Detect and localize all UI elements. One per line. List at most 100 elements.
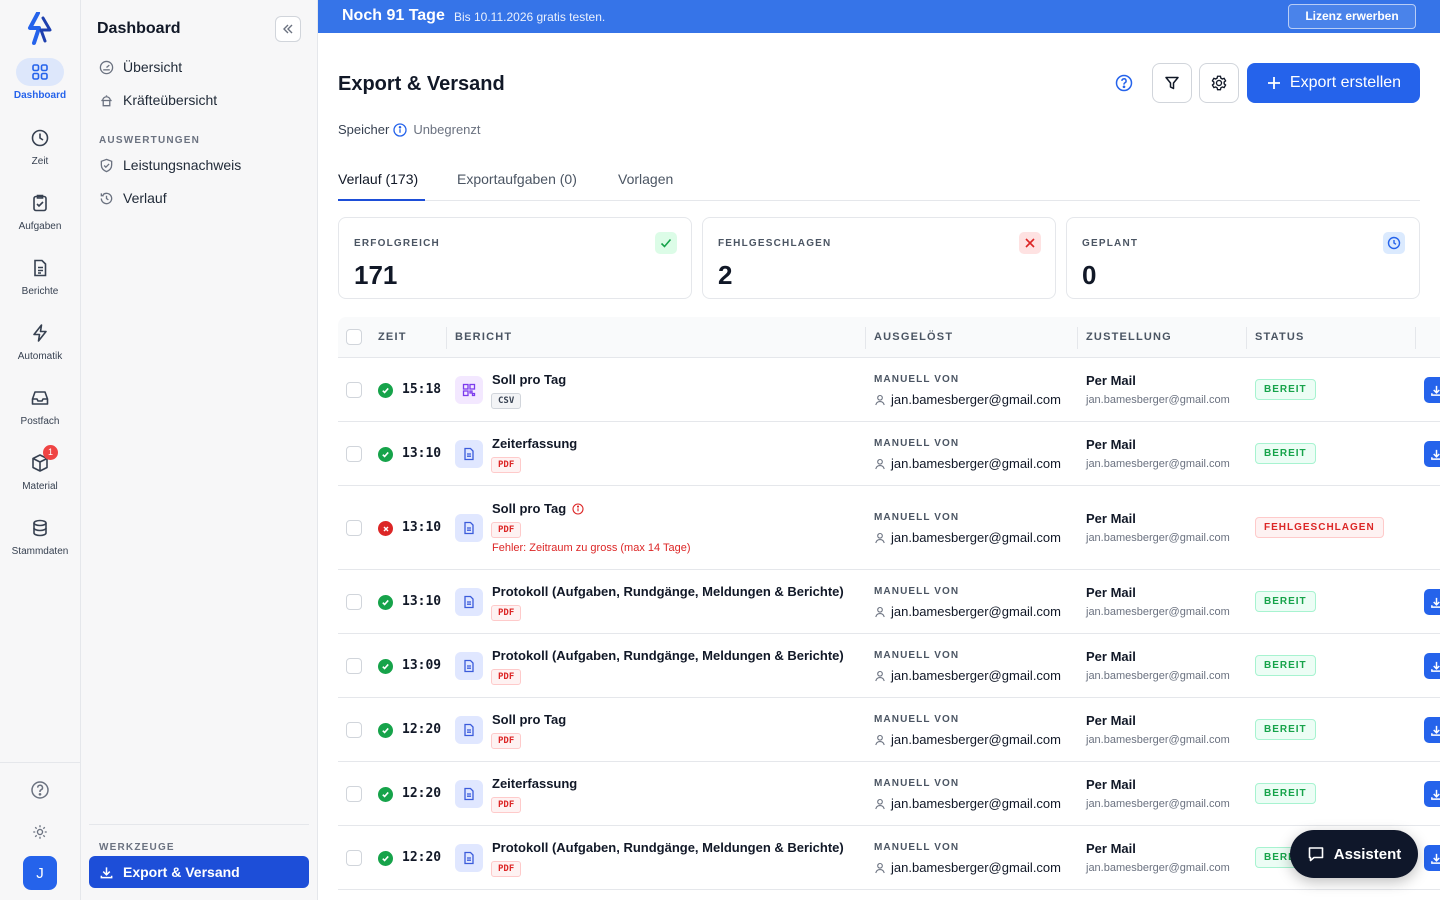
- sidebar-item-kraefteuebersicht[interactable]: Kräfteübersicht: [89, 86, 309, 114]
- trigger-label: MANUELL VON: [874, 714, 960, 725]
- report-name[interactable]: Soll pro Tag: [492, 372, 566, 387]
- rail-item-automatik[interactable]: Automatik: [0, 319, 80, 379]
- settings-button[interactable]: [1199, 63, 1239, 103]
- download-icon: [1430, 448, 1440, 461]
- status-badge: BEREIT: [1255, 783, 1316, 804]
- row-checkbox[interactable]: [346, 520, 362, 536]
- rail-item-stammdaten[interactable]: Stammdaten: [0, 514, 80, 574]
- report-name[interactable]: Zeiterfassung: [492, 776, 577, 791]
- row-checkbox[interactable]: [346, 446, 362, 462]
- row-checkbox[interactable]: [346, 850, 362, 866]
- trigger-label: MANUELL VON: [874, 842, 960, 853]
- error-info-icon[interactable]: [566, 502, 584, 515]
- trigger-user: jan.bamesberger@gmail.com: [874, 796, 1061, 811]
- report-name[interactable]: Soll pro Tag: [492, 501, 584, 516]
- download-button[interactable]: [1424, 589, 1440, 615]
- report-name[interactable]: Protokoll (Aufgaben, Rundgänge, Meldunge…: [492, 648, 844, 663]
- assistant-button[interactable]: Assistent: [1290, 830, 1418, 878]
- table-row[interactable]: 13:09 Protokoll (Aufgaben, Rundgänge, Mel…: [338, 634, 1440, 698]
- download-button[interactable]: [1424, 441, 1440, 467]
- delivery-address: jan.bamesberger@gmail.com: [1086, 670, 1230, 682]
- plus-icon: [1267, 77, 1280, 89]
- report-name-text: Protokoll (Aufgaben, Rundgänge, Meldunge…: [492, 584, 844, 599]
- chevrons-left-icon: [283, 24, 293, 34]
- table-row[interactable]: 13:10 Zeiterfassung PDF MANUELL VON jan.bame…: [338, 422, 1440, 486]
- help-icon[interactable]: [28, 778, 52, 802]
- info-icon[interactable]: [393, 122, 407, 137]
- buy-license-button[interactable]: Lizenz erwerben: [1288, 4, 1416, 29]
- report-name[interactable]: Zeiterfassung: [492, 436, 577, 451]
- rail-item-material[interactable]: 1 Material: [0, 445, 80, 509]
- sidebar-item-label: Verlauf: [123, 190, 167, 206]
- column-divider: [1246, 327, 1247, 349]
- row-checkbox[interactable]: [346, 594, 362, 610]
- table-row[interactable]: 13:10 Soll pro Tag PDF Fehler: Zeitraum zu …: [338, 486, 1440, 570]
- filter-button[interactable]: [1152, 63, 1192, 103]
- rail-item-berichte[interactable]: Berichte: [0, 254, 80, 314]
- rail-item-aufgaben[interactable]: Aufgaben: [0, 189, 80, 249]
- format-tag: PDF: [491, 797, 522, 813]
- report-name[interactable]: Protokoll (Aufgaben, Rundgänge, Meldunge…: [492, 840, 844, 855]
- download-icon: [100, 866, 113, 878]
- rail-label: Postfach: [20, 416, 60, 427]
- download-button[interactable]: [1424, 845, 1440, 871]
- sidebar-divider: [89, 824, 309, 825]
- report-name-text: Protokoll (Aufgaben, Rundgänge, Meldunge…: [492, 840, 844, 855]
- table-row[interactable]: 13:10 Protokoll (Aufgaben, Rundgänge, Mel…: [338, 570, 1440, 634]
- app-logo-icon[interactable]: [26, 12, 54, 46]
- row-checkbox[interactable]: [346, 786, 362, 802]
- sidebar-item-label: Leistungsnachweis: [123, 157, 242, 173]
- delivery-address: jan.bamesberger@gmail.com: [1086, 734, 1230, 746]
- format-tag: PDF: [491, 457, 522, 473]
- rail-item-postfach[interactable]: Postfach: [0, 384, 80, 444]
- collapse-sidebar-button[interactable]: [275, 16, 301, 42]
- download-button[interactable]: [1424, 781, 1440, 807]
- row-checkbox[interactable]: [346, 722, 362, 738]
- row-time: 12:20: [402, 722, 442, 737]
- table-row[interactable]: 12:20 Soll pro Tag PDF MANUELL VON jan.bames…: [338, 698, 1440, 762]
- row-checkbox[interactable]: [346, 658, 362, 674]
- report-name[interactable]: Protokoll (Aufgaben, Rundgänge, Meldunge…: [492, 584, 844, 599]
- table-row[interactable]: 12:20 Zeiterfassung PDF MANUELL VON jan.bame…: [338, 762, 1440, 826]
- select-all-checkbox[interactable]: [346, 329, 362, 345]
- success-check-icon: [378, 447, 393, 462]
- download-button[interactable]: [1424, 653, 1440, 679]
- trial-banner: Noch 91 Tage Bis 10.11.2026 gratis teste…: [318, 0, 1440, 33]
- user-icon: [874, 606, 891, 618]
- rail-item-dashboard[interactable]: Dashboard: [0, 58, 80, 118]
- table-row[interactable]: 12:20 Protokoll (Aufgaben, Rundgänge, Mel…: [338, 826, 1440, 890]
- rail-item-zeit[interactable]: Zeit: [0, 124, 80, 184]
- tab-vorlagen[interactable]: Vorlagen: [618, 171, 673, 201]
- row-time: 15:18: [402, 382, 442, 397]
- stat-card-geplant: GEPLANT 0: [1066, 217, 1420, 299]
- sidebar-item-verlauf[interactable]: Verlauf: [89, 184, 309, 212]
- delivery-method: Per Mail: [1086, 649, 1136, 664]
- gear-icon[interactable]: [28, 820, 52, 844]
- report-name[interactable]: Soll pro Tag: [492, 712, 566, 727]
- avatar[interactable]: J: [23, 856, 57, 890]
- trigger-user: jan.bamesberger@gmail.com: [874, 860, 1061, 875]
- help-circle-icon[interactable]: [1112, 71, 1136, 95]
- success-check-icon: [378, 659, 393, 674]
- sidebar-item-export-versand[interactable]: Export & Versand: [89, 856, 309, 888]
- chat-icon: [1308, 847, 1324, 862]
- file-icon: [455, 514, 483, 542]
- status-badge: BEREIT: [1255, 719, 1316, 740]
- sidebar-item-uebersicht[interactable]: Übersicht: [89, 53, 309, 81]
- sidebar-item-leistungsnachweis[interactable]: Leistungsnachweis: [89, 151, 309, 179]
- row-checkbox[interactable]: [346, 382, 362, 398]
- tab-exportaufgaben[interactable]: Exportaufgaben (0): [457, 171, 577, 201]
- user-icon: [874, 532, 891, 544]
- rail-label: Stammdaten: [11, 546, 69, 557]
- download-button[interactable]: [1424, 377, 1440, 403]
- table-row[interactable]: 15:18 Soll pro Tag CSV MANUELL VON jan.bames…: [338, 358, 1440, 422]
- trial-end-date: Bis 10.11.2026 gratis testen.: [454, 10, 606, 24]
- success-check-icon: [378, 383, 393, 398]
- table-header: ZEIT BERICHT AUSGELÖST ZUSTELLUNG STATUS: [338, 317, 1440, 358]
- rail-divider: [0, 762, 80, 763]
- tab-verlauf[interactable]: Verlauf (173): [338, 171, 425, 201]
- stat-title: FEHLGESCHLAGEN: [718, 238, 832, 249]
- file-icon: [455, 652, 483, 680]
- download-button[interactable]: [1424, 717, 1440, 743]
- create-export-button[interactable]: Export erstellen: [1247, 63, 1420, 103]
